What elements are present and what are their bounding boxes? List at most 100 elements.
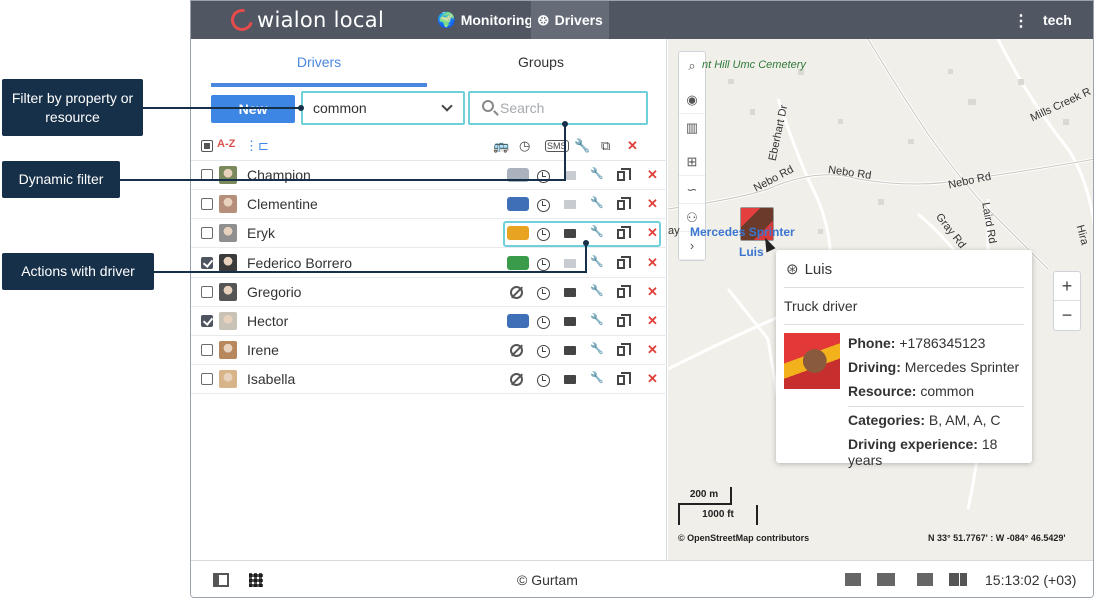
copy-icon[interactable]: [617, 284, 631, 298]
osm-attribution[interactable]: © OpenStreetMap contributors: [678, 533, 809, 543]
filter-select[interactable]: common: [301, 91, 465, 125]
search-box[interactable]: [468, 91, 648, 125]
panel-toggle-icon[interactable]: [949, 573, 967, 586]
properties-icon[interactable]: 🔧: [590, 167, 604, 180]
driver-name[interactable]: Clementine: [247, 196, 318, 212]
wrench-column-icon[interactable]: 🔧: [574, 138, 590, 154]
driver-row[interactable]: Hector 🔧 ✕: [191, 307, 667, 336]
history-column-icon[interactable]: ◷: [519, 138, 530, 154]
properties-icon[interactable]: 🔧: [590, 255, 604, 268]
layout-single-icon[interactable]: [213, 573, 229, 587]
driver-row[interactable]: Isabella 🔧 ✕: [191, 365, 667, 395]
copy-icon[interactable]: [617, 372, 631, 386]
vehicle-icon[interactable]: [507, 314, 529, 328]
driver-row[interactable]: Irene 🔧 ✕: [191, 336, 667, 366]
row-checkbox[interactable]: [201, 285, 213, 298]
wialon-logo[interactable]: wialon local: [226, 4, 384, 36]
driver-avatar: [219, 370, 237, 389]
sort-az-icon[interactable]: A-Z: [217, 138, 235, 150]
send-sms-icon[interactable]: [564, 287, 576, 297]
select-all-checkbox[interactable]: [201, 140, 213, 152]
properties-icon[interactable]: 🔧: [590, 284, 604, 297]
history-icon[interactable]: [537, 316, 550, 329]
copy-icon[interactable]: [617, 255, 631, 269]
delete-icon[interactable]: ✕: [647, 284, 658, 300]
nav-drivers[interactable]: ⊛ Drivers: [531, 1, 609, 39]
delete-icon[interactable]: ✕: [647, 371, 658, 387]
vehicle-icon[interactable]: [507, 197, 529, 212]
delete-icon[interactable]: ✕: [647, 313, 658, 329]
tab-drivers[interactable]: Drivers: [211, 39, 427, 87]
history-icon[interactable]: [537, 286, 550, 300]
send-sms-icon[interactable]: [564, 346, 576, 356]
map-layers-icon[interactable]: ▥: [679, 114, 705, 142]
row-checkbox[interactable]: [201, 256, 213, 269]
tab-groups[interactable]: Groups: [433, 39, 649, 87]
row-checkbox[interactable]: [201, 198, 213, 211]
delete-icon[interactable]: ✕: [647, 196, 658, 212]
nav-monitoring[interactable]: 🌍 Monitoring: [431, 1, 539, 39]
steering-wheel-icon: ⊛: [786, 261, 799, 278]
driver-row[interactable]: Federico Borrero 🔧 ✕: [191, 249, 667, 278]
history-icon[interactable]: [537, 199, 550, 213]
driver-name[interactable]: Hector: [247, 313, 288, 329]
map-visibility-icon[interactable]: ◉: [679, 86, 705, 114]
vehicle-column-icon[interactable]: 🚌: [493, 138, 509, 154]
copy-icon[interactable]: [617, 314, 631, 327]
properties-icon[interactable]: 🔧: [590, 196, 604, 209]
send-sms-icon[interactable]: [564, 200, 576, 210]
row-checkbox[interactable]: [201, 344, 213, 357]
row-checkbox[interactable]: [201, 227, 213, 240]
driver-name[interactable]: Isabella: [247, 371, 295, 387]
row-checkbox[interactable]: [201, 373, 213, 386]
delete-icon[interactable]: ✕: [647, 342, 658, 358]
driver-name[interactable]: Federico Borrero: [247, 255, 352, 271]
group-by-icon[interactable]: ⋮⊏: [245, 138, 269, 154]
no-vehicle-icon[interactable]: [510, 344, 523, 358]
copy-column-icon[interactable]: ⧉: [601, 138, 610, 154]
delete-icon[interactable]: ✕: [647, 255, 658, 271]
search-icon: [482, 100, 494, 112]
notifications-icon[interactable]: [845, 573, 861, 586]
delete-icon[interactable]: ✕: [647, 167, 658, 183]
delete-column-icon[interactable]: ✕: [627, 138, 638, 154]
route-icon[interactable]: ∽: [679, 176, 705, 204]
driver-name[interactable]: Irene: [247, 342, 279, 358]
zoom-out-button[interactable]: −: [1054, 301, 1080, 330]
properties-icon[interactable]: 🔧: [590, 342, 604, 355]
unit-label[interactable]: Mercedes Sprinter: [690, 225, 795, 239]
properties-icon[interactable]: 🔧: [590, 371, 604, 384]
no-vehicle-icon[interactable]: [510, 373, 523, 387]
row-checkbox[interactable]: [201, 315, 213, 327]
filter-select-value: common: [313, 100, 367, 116]
history-icon[interactable]: [537, 257, 550, 271]
zoom-in-button[interactable]: +: [1054, 272, 1080, 301]
copy-icon[interactable]: [617, 168, 631, 181]
user-menu[interactable]: tech: [1043, 12, 1072, 28]
search-input[interactable]: [500, 98, 640, 118]
ruler-icon[interactable]: ⊞: [679, 148, 705, 176]
send-sms-icon[interactable]: [564, 375, 576, 385]
driver-row[interactable]: Clementine 🔧 ✕: [191, 190, 667, 220]
messages-icon[interactable]: [877, 573, 895, 586]
copy-icon[interactable]: [617, 197, 631, 211]
more-menu-icon[interactable]: ⋮: [1013, 11, 1029, 31]
send-sms-icon[interactable]: [564, 317, 576, 326]
history-icon[interactable]: [537, 170, 550, 183]
send-sms-icon[interactable]: [564, 258, 576, 268]
driver-name[interactable]: Eryk: [247, 225, 275, 241]
driver-name[interactable]: Gregorio: [247, 284, 301, 300]
properties-icon[interactable]: 🔧: [590, 313, 604, 326]
no-vehicle-icon[interactable]: [510, 285, 523, 299]
vehicle-icon[interactable]: [507, 255, 529, 270]
driver-label[interactable]: Luis: [739, 245, 764, 259]
driver-row[interactable]: Champion 🔧 ✕: [191, 161, 667, 190]
gallery-icon[interactable]: [917, 573, 933, 586]
copy-icon[interactable]: [617, 343, 631, 357]
new-driver-button[interactable]: New: [211, 95, 295, 123]
driver-row[interactable]: Gregorio 🔧 ✕: [191, 278, 667, 307]
history-icon[interactable]: [537, 345, 550, 359]
history-icon[interactable]: [537, 374, 550, 388]
layout-grid-icon[interactable]: [249, 573, 263, 587]
driver-popup: ⊛ Luis Truck driver Phone: +1786345123 Dr…: [776, 250, 1032, 468]
